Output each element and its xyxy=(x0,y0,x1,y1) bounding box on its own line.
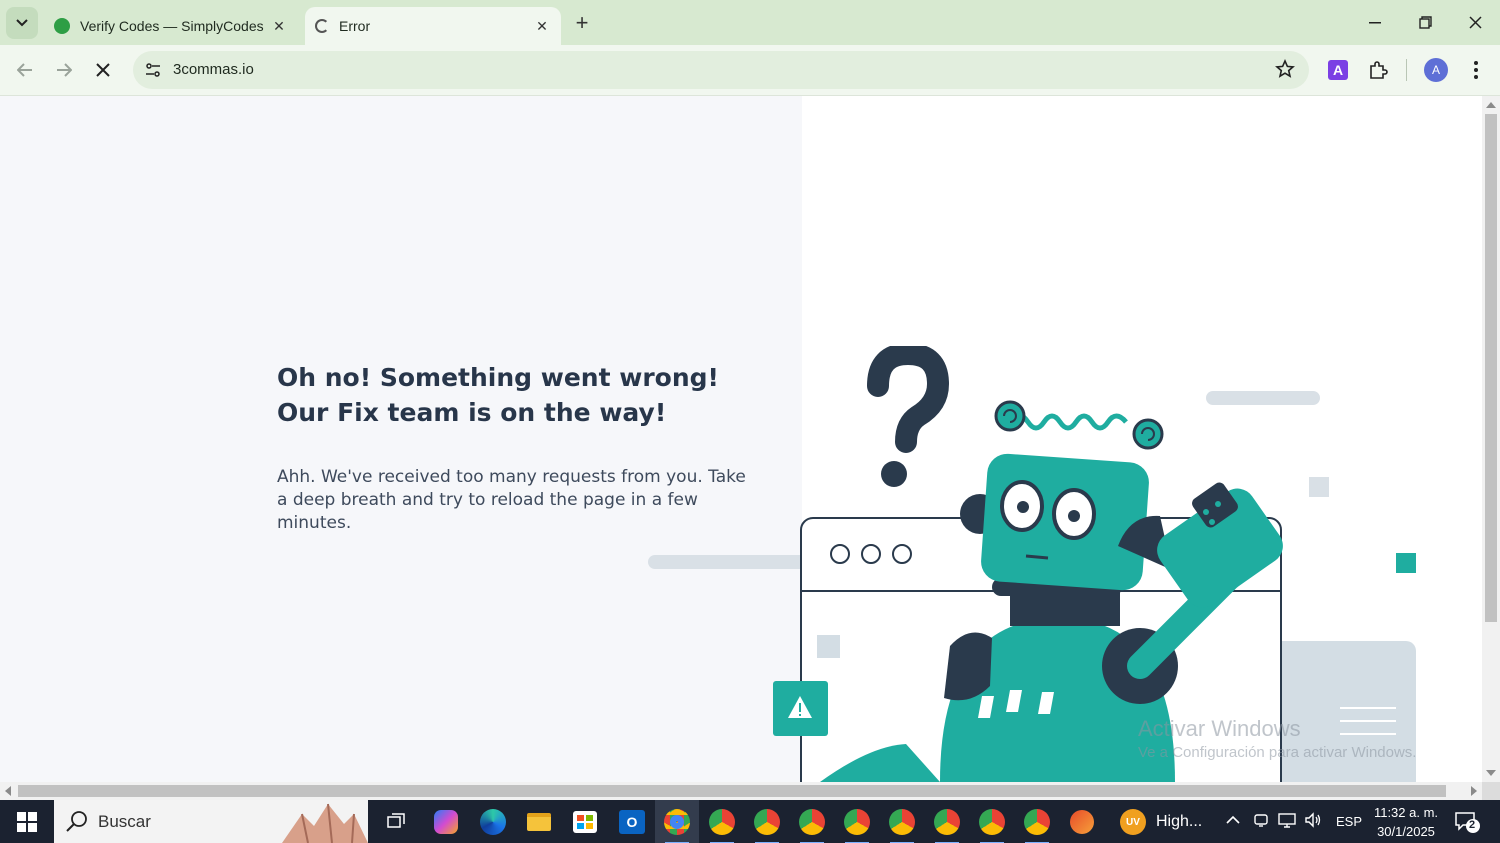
activation-watermark-title: Activar Windows xyxy=(1138,716,1301,741)
extension-a-icon[interactable]: A xyxy=(1326,58,1350,82)
minimize-icon xyxy=(1369,21,1381,23)
meet-camera-icon[interactable] xyxy=(1253,812,1269,831)
minimize-button[interactable] xyxy=(1350,0,1400,45)
scrollbar-corner xyxy=(1482,782,1500,800)
edge-browser-icon[interactable] xyxy=(477,806,509,838)
chrome-profile-icon[interactable] xyxy=(706,806,738,843)
loading-favicon-icon xyxy=(315,19,329,33)
tab-simplycodes[interactable]: Verify Codes — SimplyCodes ✕ xyxy=(44,7,298,45)
vertical-scrollbar[interactable] xyxy=(1482,96,1500,782)
vertical-scroll-thumb[interactable] xyxy=(1485,114,1497,622)
menu-kebab-icon[interactable] xyxy=(1464,58,1488,82)
profile-avatar[interactable]: A xyxy=(1424,58,1448,82)
notification-center-icon[interactable]: 2 xyxy=(1454,810,1480,839)
weather-label: High... xyxy=(1156,813,1203,830)
url-text: 3commas.io xyxy=(173,61,254,78)
close-tab-icon[interactable]: ✕ xyxy=(533,17,551,35)
chrome-icon[interactable] xyxy=(1021,806,1053,843)
arrow-left-icon xyxy=(17,63,32,77)
stop-loading-button[interactable] xyxy=(88,55,118,85)
weather-widget[interactable]: UV High... xyxy=(1120,809,1202,835)
new-tab-button[interactable]: + xyxy=(568,9,596,37)
volume-icon[interactable] xyxy=(1304,812,1322,831)
microsoft-store-icon[interactable] xyxy=(569,806,601,838)
scroll-down-arrow-icon[interactable] xyxy=(1486,770,1496,776)
chrome-profile-icon[interactable] xyxy=(661,806,693,843)
tab-title: Verify Codes — SimplyCodes xyxy=(80,18,264,34)
close-tab-icon[interactable]: ✕ xyxy=(270,17,288,35)
chrome-profile-icon[interactable] xyxy=(886,806,918,843)
address-bar[interactable]: 3commas.io xyxy=(133,51,1309,89)
bookmark-star-icon[interactable] xyxy=(1275,59,1295,84)
back-button[interactable] xyxy=(10,55,40,85)
extensions-puzzle-icon[interactable] xyxy=(1366,58,1390,82)
confused-robot-illustration xyxy=(648,346,1416,782)
uv-badge: UV xyxy=(1120,809,1146,835)
close-window-button[interactable] xyxy=(1450,0,1500,45)
app-icon[interactable] xyxy=(1066,806,1098,838)
chrome-profile-icon[interactable] xyxy=(751,806,783,843)
file-explorer-icon[interactable] xyxy=(523,806,555,838)
outlook-icon[interactable]: O xyxy=(616,806,648,838)
chrome-profile-icon[interactable] xyxy=(841,806,873,843)
restore-button[interactable] xyxy=(1400,0,1450,45)
clock-date: 30/1/2025 xyxy=(1377,824,1435,839)
page-viewport: Oh no! Something went wrong! Our Fix tea… xyxy=(0,96,1482,782)
tab-search-button[interactable] xyxy=(6,7,38,39)
network-icon[interactable] xyxy=(1278,812,1296,831)
task-view-icon[interactable] xyxy=(380,806,412,838)
taskbar-search-box[interactable]: Buscar xyxy=(54,800,368,843)
search-placeholder: Buscar xyxy=(98,812,151,831)
show-hidden-icons-chevron-up-icon[interactable] xyxy=(1226,812,1240,828)
start-button[interactable] xyxy=(0,800,54,843)
avatar-initial: A xyxy=(1424,58,1448,82)
tab-strip: Verify Codes — SimplyCodes ✕ Error ✕ + xyxy=(0,0,1500,45)
tab-error[interactable]: Error ✕ xyxy=(305,7,561,45)
extension-badge: A xyxy=(1328,60,1348,80)
system-clock[interactable]: 11:32 a. m. 30/1/2025 xyxy=(1364,803,1448,841)
scroll-right-arrow-icon[interactable] xyxy=(1471,786,1477,796)
windows-taskbar: Buscar O UV High... ESP 11:32 a. m. 30/1… xyxy=(0,800,1500,843)
close-icon xyxy=(96,63,110,77)
input-language[interactable]: ESP xyxy=(1336,814,1362,829)
chrome-profile-icon[interactable] xyxy=(976,806,1008,843)
restore-icon xyxy=(1418,16,1432,29)
simplycodes-favicon-icon xyxy=(54,18,70,34)
scroll-up-arrow-icon[interactable] xyxy=(1486,102,1496,108)
notification-count: 2 xyxy=(1469,819,1476,831)
chevron-down-icon xyxy=(16,19,28,27)
scroll-left-arrow-icon[interactable] xyxy=(5,786,11,796)
chrome-profile-icon[interactable] xyxy=(796,806,828,843)
arrow-right-icon xyxy=(57,63,72,77)
site-settings-icon[interactable] xyxy=(141,58,165,82)
horizontal-scrollbar[interactable] xyxy=(0,782,1482,800)
tab-title: Error xyxy=(339,18,371,34)
close-icon xyxy=(1468,16,1482,29)
chrome-profile-icon[interactable] xyxy=(931,806,963,843)
search-icon xyxy=(66,811,87,832)
search-highlight-mountains-icon xyxy=(282,803,368,843)
horizontal-scroll-thumb[interactable] xyxy=(18,785,1446,797)
clock-time: 11:32 a. m. xyxy=(1373,805,1439,820)
windows-logo-icon xyxy=(17,811,37,832)
copilot-icon[interactable] xyxy=(430,806,462,838)
forward-button[interactable] xyxy=(49,55,79,85)
activation-watermark-subtitle: Ve a Configuración para activar Windows. xyxy=(1138,744,1417,761)
browser-toolbar: 3commas.io A A xyxy=(0,45,1500,96)
toolbar-separator xyxy=(1406,59,1407,81)
